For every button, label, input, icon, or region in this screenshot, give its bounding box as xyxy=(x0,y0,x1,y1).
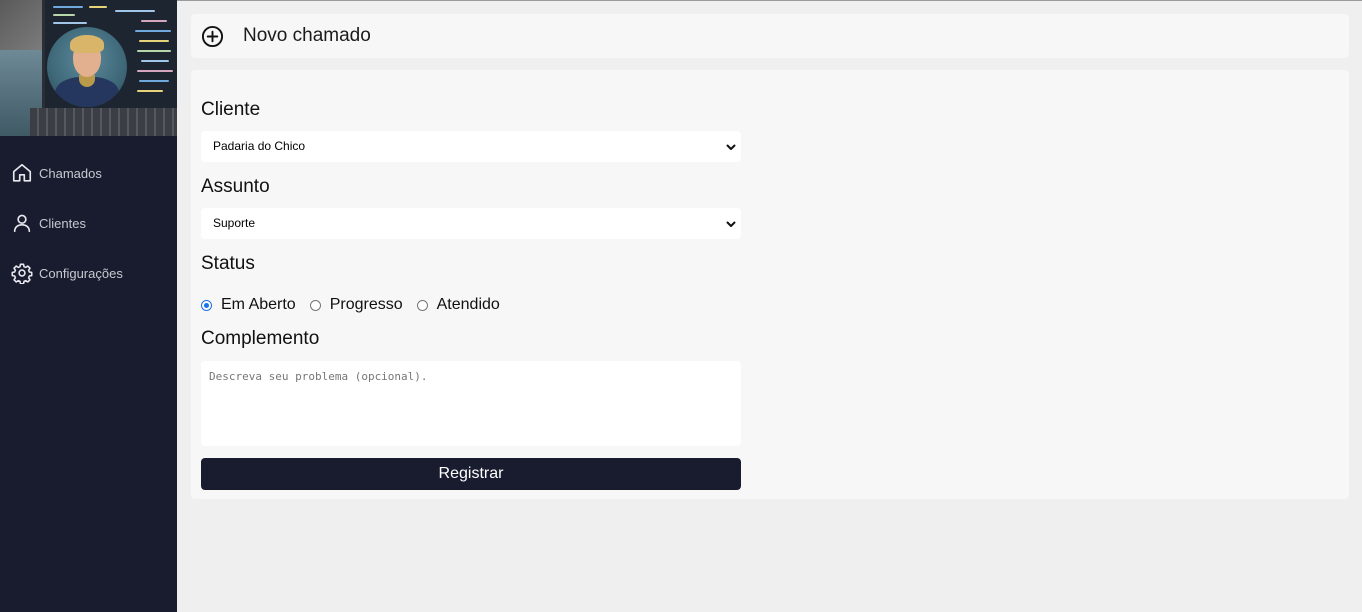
user-icon xyxy=(13,214,31,233)
gear-icon xyxy=(11,263,33,284)
cliente-select-value: Padaria do Chico xyxy=(213,139,306,153)
status-radio-atendido[interactable] xyxy=(416,299,428,311)
status-label: Status xyxy=(201,253,255,274)
sidebar-item-chamados[interactable]: Chamados xyxy=(0,148,177,198)
assunto-select[interactable]: Suporte xyxy=(201,208,741,239)
page-header: Novo chamado xyxy=(191,14,1349,58)
sidebar-item-clientes[interactable]: Clientes xyxy=(0,198,177,248)
chevron-down-icon xyxy=(726,144,736,150)
page-title: Novo chamado xyxy=(243,25,371,46)
sidebar-banner xyxy=(0,0,177,136)
assunto-label: Assunto xyxy=(201,176,270,197)
status-radio-group: Em Aberto Progresso Atendido xyxy=(201,293,1339,317)
sidebar-nav: Chamados Clientes Configurações xyxy=(0,136,177,298)
status-option-label: Em Aberto xyxy=(221,296,296,313)
status-radio-em-aberto[interactable] xyxy=(201,299,212,311)
main-content: Novo chamado Cliente Padaria do Chico As… xyxy=(191,14,1349,499)
sidebar-item-label: Chamados xyxy=(39,165,102,181)
status-radio-progresso[interactable] xyxy=(309,299,321,311)
cliente-label: Cliente xyxy=(201,99,261,120)
sidebar-item-label: Configurações xyxy=(39,265,123,281)
cliente-select[interactable]: Padaria do Chico xyxy=(201,131,741,162)
status-option-atendido[interactable]: Atendido xyxy=(416,296,500,314)
sidebar-item-label: Clientes xyxy=(39,215,86,231)
chevron-down-icon xyxy=(726,221,736,227)
sidebar: Chamados Clientes Configurações xyxy=(0,0,177,612)
home-icon xyxy=(12,163,32,182)
complemento-label: Complemento xyxy=(201,328,320,349)
status-option-em-aberto[interactable]: Em Aberto xyxy=(201,296,296,314)
keyboard-image xyxy=(30,108,177,136)
assunto-select-value: Suporte xyxy=(213,216,256,230)
status-option-label: Atendido xyxy=(436,296,500,313)
avatar[interactable] xyxy=(47,27,127,107)
complemento-placeholder: Descreva seu problema (opcional). xyxy=(209,370,428,383)
status-option-progresso[interactable]: Progresso xyxy=(309,296,403,314)
plus-circle-icon xyxy=(201,25,224,47)
top-divider xyxy=(0,0,1362,1)
status-option-label: Progresso xyxy=(329,296,403,313)
sidebar-item-configuracoes[interactable]: Configurações xyxy=(0,248,177,298)
new-ticket-form: Cliente Padaria do Chico Assunto Suporte… xyxy=(191,70,1349,499)
register-button[interactable]: Registrar xyxy=(201,458,741,490)
complemento-textarea[interactable]: Descreva seu problema (opcional). xyxy=(201,361,741,446)
